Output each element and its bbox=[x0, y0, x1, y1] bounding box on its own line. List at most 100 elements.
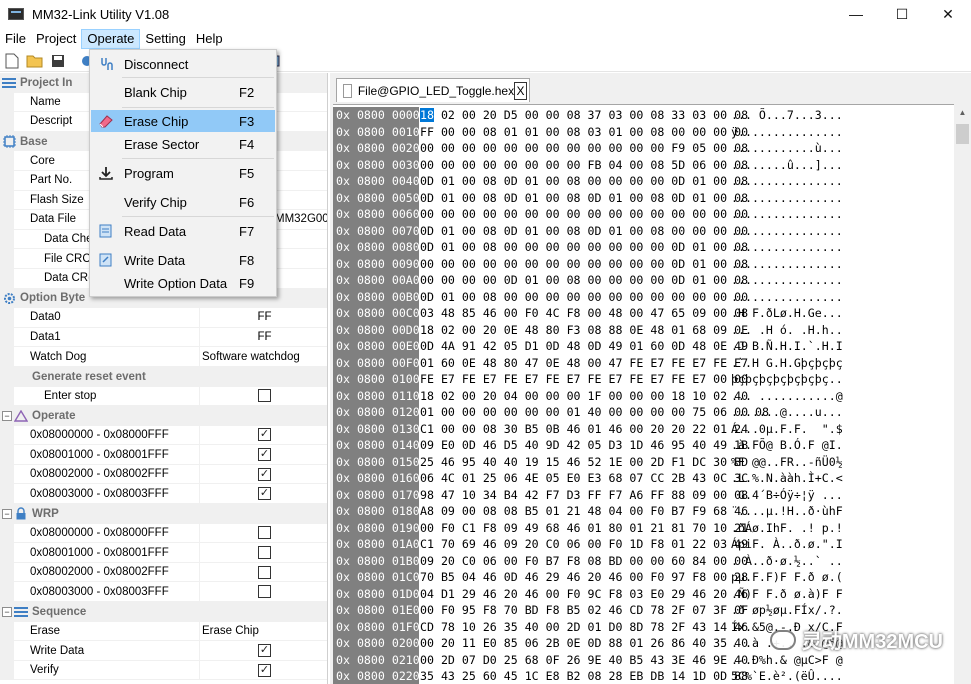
hex-row[interactable]: 0x 0800 0090 00 00 00 00 00 00 00 00 00 0… bbox=[333, 255, 953, 272]
hex-bytes[interactable]: C1 70 69 46 09 20 C0 06 00 F0 1D F8 01 2… bbox=[419, 537, 748, 551]
hex-bytes[interactable]: 09 E0 0D 46 D5 40 9D 42 05 D3 1D 46 95 4… bbox=[419, 438, 748, 452]
scroll-up-icon[interactable]: ▲ bbox=[954, 104, 971, 121]
menu-item-write-option-data[interactable]: Write Option Data F9 bbox=[91, 272, 275, 294]
hex-row[interactable]: 0x 0800 0100 FE E7 FE E7 FE E7 FE E7 FE E… bbox=[333, 371, 953, 388]
checkbox[interactable] bbox=[258, 389, 271, 403]
hex-bytes[interactable]: 01 60 0E 48 80 47 0E 48 00 47 FE E7 FE E… bbox=[419, 356, 748, 370]
hex-row[interactable]: 0x 0800 00F0 01 60 0E 48 80 47 0E 48 00 4… bbox=[333, 354, 953, 371]
hex-row[interactable]: 0x 0800 0130 C1 00 00 08 30 B5 0B 46 01 4… bbox=[333, 420, 953, 437]
hex-bytes[interactable]: 70 B5 04 46 0D 46 29 46 20 46 00 F0 97 F… bbox=[419, 570, 748, 584]
hex-row[interactable]: 0x 0800 0010 FF 00 00 08 01 01 00 08 03 0… bbox=[333, 123, 953, 140]
new-file-icon[interactable] bbox=[2, 51, 22, 71]
property-row[interactable]: Data0 FF bbox=[0, 308, 327, 328]
hex-bytes[interactable]: 0D 4A 91 42 05 D1 0D 48 0D 49 01 60 0D 4… bbox=[419, 339, 748, 353]
checkbox-checked[interactable]: ✓ bbox=[258, 467, 271, 481]
hex-bytes[interactable]: 0D 01 00 08 00 00 00 00 00 00 00 00 00 0… bbox=[419, 290, 748, 304]
hex-bytes[interactable]: 18 02 00 20 04 00 00 00 1F 00 00 00 18 1… bbox=[419, 389, 748, 403]
hex-bytes[interactable]: 00 2D 07 D0 25 68 0F 26 9E 40 B5 43 3E 4… bbox=[419, 653, 748, 667]
hex-row[interactable]: 0x 0800 0190 00 F0 C1 F8 09 49 68 46 01 8… bbox=[333, 519, 953, 536]
checkbox-checked[interactable]: ✓ bbox=[258, 487, 271, 501]
hex-row[interactable]: 0x 0800 0220 35 43 25 60 45 1C E8 B2 08 2… bbox=[333, 668, 953, 684]
hex-bytes[interactable]: 25 46 95 40 40 19 15 46 52 1E 00 2D F1 D… bbox=[419, 455, 748, 469]
collapse-icon[interactable]: − bbox=[2, 508, 12, 519]
hex-bytes[interactable]: 00 20 11 E0 85 06 2B 0E 0D 88 01 26 86 4… bbox=[419, 636, 748, 650]
category-sequence[interactable]: − Sequence bbox=[0, 602, 327, 622]
menu-operate[interactable]: Operate bbox=[81, 29, 141, 49]
menu-item-read-data[interactable]: Read Data F7 bbox=[91, 220, 275, 242]
hex-row[interactable]: 0x 0800 0080 0D 01 00 08 00 00 00 00 00 0… bbox=[333, 239, 953, 256]
hex-bytes[interactable]: 0D 01 00 08 0D 01 00 08 00 00 00 00 0D 0… bbox=[419, 174, 748, 188]
hex-row[interactable]: 0x 0800 01C0 70 B5 04 46 0D 46 29 46 20 4… bbox=[333, 569, 953, 586]
hex-row[interactable]: 0x 0800 0020 00 00 00 00 00 00 00 00 00 0… bbox=[333, 140, 953, 157]
hex-bytes[interactable]: 01 00 00 00 00 00 00 01 40 00 00 00 00 7… bbox=[419, 405, 769, 419]
checkbox-checked[interactable]: ✓ bbox=[258, 663, 271, 677]
hex-row[interactable]: 0x 0800 0040 0D 01 00 08 0D 01 00 08 00 0… bbox=[333, 173, 953, 190]
hex-row[interactable]: 0x 0800 0110 18 02 00 20 04 00 00 00 1F 0… bbox=[333, 387, 953, 404]
hex-bytes[interactable]: 35 43 25 60 45 1C E8 B2 08 28 EB DB 14 1… bbox=[419, 669, 748, 683]
hex-bytes[interactable]: 0D 01 00 08 0D 01 00 08 0D 01 00 08 00 0… bbox=[419, 224, 748, 238]
menu-file[interactable]: File bbox=[0, 29, 31, 49]
property-row[interactable]: 0x08000000 - 0x08000FFF bbox=[0, 523, 327, 544]
open-folder-icon[interactable] bbox=[25, 51, 45, 71]
collapse-icon[interactable]: − bbox=[2, 410, 12, 421]
property-value[interactable]: FF bbox=[200, 328, 327, 348]
menu-item-write-data[interactable]: Write Data F8 bbox=[91, 249, 275, 271]
scroll-thumb[interactable] bbox=[956, 124, 969, 144]
property-value[interactable]: FF bbox=[200, 308, 327, 328]
hex-bytes[interactable]: 00 00 00 00 0D 01 00 08 00 00 00 00 0D 0… bbox=[419, 273, 748, 287]
hex-bytes[interactable]: A8 09 00 08 08 B5 01 21 48 04 00 F0 B7 F… bbox=[419, 504, 748, 518]
hex-bytes[interactable]: 06 4C 01 25 06 4E 05 E0 E3 68 07 CC 2B 4… bbox=[419, 471, 748, 485]
subcategory-generate-reset[interactable]: Generate reset event bbox=[0, 366, 327, 387]
checkbox[interactable] bbox=[258, 546, 271, 560]
hex-bytes[interactable]: 00 F0 C1 F8 09 49 68 46 01 80 01 21 81 7… bbox=[419, 521, 748, 535]
property-row[interactable]: 0x08002000 - 0x08002FFF ✓ bbox=[0, 464, 327, 485]
hex-bytes[interactable]: 98 47 10 34 B4 42 F7 D3 FF F7 A6 FF 88 0… bbox=[419, 488, 748, 502]
file-tab[interactable]: File@GPIO_LED_Toggle.hex X bbox=[336, 78, 530, 102]
hex-bytes[interactable]: 03 48 85 46 00 F0 4C F8 00 48 00 47 65 0… bbox=[419, 306, 748, 320]
checkbox[interactable] bbox=[258, 585, 271, 599]
hex-row[interactable]: 0x 0800 0140 09 E0 0D 46 D5 40 9D 42 05 D… bbox=[333, 437, 953, 454]
property-row[interactable]: Data1 FF bbox=[0, 327, 327, 348]
hex-row[interactable]: 0x 0800 0160 06 4C 01 25 06 4E 05 E0 E3 6… bbox=[333, 470, 953, 487]
hex-row[interactable]: 0x 0800 01E0 00 F0 95 F8 70 BD F8 B5 02 4… bbox=[333, 602, 953, 619]
save-icon[interactable] bbox=[48, 51, 68, 71]
hex-row[interactable]: 0x 0800 0120 01 00 00 00 00 00 00 01 40 0… bbox=[333, 404, 953, 421]
property-row[interactable]: 0x08001000 - 0x08001FFF ✓ bbox=[0, 445, 327, 465]
hex-row[interactable]: 0x 0800 00C0 03 48 85 46 00 F0 4C F8 00 4… bbox=[333, 305, 953, 322]
checkbox-checked[interactable]: ✓ bbox=[258, 448, 271, 462]
hex-bytes[interactable]: 0D 01 00 08 0D 01 00 08 0D 01 00 08 0D 0… bbox=[419, 191, 748, 205]
hex-row[interactable]: 0x 0800 0150 25 46 95 40 40 19 15 46 52 1… bbox=[333, 453, 953, 470]
menu-item-verify-chip[interactable]: Verify Chip F6 bbox=[91, 191, 275, 213]
checkbox[interactable] bbox=[258, 526, 271, 540]
property-row[interactable]: Erase Erase Chip bbox=[0, 621, 327, 642]
maximize-icon[interactable]: ☐ bbox=[879, 0, 925, 28]
hex-bytes[interactable]: FF 00 00 08 01 01 00 08 03 01 00 08 00 0… bbox=[419, 125, 748, 139]
hex-bytes[interactable]: 18 02 00 20 D5 00 00 08 37 03 00 08 33 0… bbox=[419, 108, 748, 123]
hex-row[interactable]: 0x 0800 00B0 0D 01 00 08 00 00 00 00 00 0… bbox=[333, 288, 953, 305]
checkbox[interactable] bbox=[258, 565, 271, 579]
hex-row[interactable]: 0x 0800 01B0 09 20 C0 06 00 F0 B7 F8 08 B… bbox=[333, 552, 953, 569]
hex-bytes[interactable]: 00 00 00 00 00 00 00 00 00 00 00 00 00 0… bbox=[419, 207, 748, 221]
menu-item-blank-chip[interactable]: Blank Chip F2 bbox=[91, 81, 275, 103]
collapse-icon[interactable]: − bbox=[2, 606, 12, 617]
hex-bytes[interactable]: 00 00 00 00 00 00 00 00 00 00 00 00 F9 0… bbox=[419, 141, 748, 155]
hex-row[interactable]: 0x 0800 0030 00 00 00 00 00 00 00 00 FB 0… bbox=[333, 156, 953, 173]
hex-bytes[interactable]: 00 F0 95 F8 70 BD F8 B5 02 46 CD 78 2F 0… bbox=[419, 603, 748, 617]
menu-item-erase-sector[interactable]: Erase Sector F4 bbox=[91, 133, 275, 155]
minimize-icon[interactable]: — bbox=[833, 0, 879, 28]
hex-row[interactable]: 0x 0800 0000 18 02 00 20 D5 00 00 08 37 0… bbox=[333, 107, 953, 124]
hex-row[interactable]: 0x 0800 00A0 00 00 00 00 0D 01 00 08 00 0… bbox=[333, 272, 953, 289]
checkbox-checked[interactable]: ✓ bbox=[258, 428, 271, 442]
hex-row[interactable]: 0x 0800 00E0 0D 4A 91 42 05 D1 0D 48 0D 4… bbox=[333, 338, 953, 355]
menu-setting[interactable]: Setting bbox=[140, 29, 190, 49]
hex-bytes[interactable]: FE E7 FE E7 FE E7 FE E7 FE E7 FE E7 FE E… bbox=[419, 372, 748, 386]
menu-project[interactable]: Project bbox=[31, 29, 81, 49]
hex-bytes[interactable]: 00 00 00 00 00 00 00 00 00 00 00 00 0D 0… bbox=[419, 257, 748, 271]
hex-bytes[interactable]: C1 00 00 08 30 B5 0B 46 01 46 00 20 20 2… bbox=[419, 422, 748, 436]
property-value[interactable]: Software watchdog bbox=[200, 347, 327, 367]
hex-bytes[interactable]: 04 D1 29 46 20 46 00 F0 9C F8 03 E0 29 4… bbox=[419, 587, 748, 601]
hex-row[interactable]: 0x 0800 00D0 18 02 00 20 0E 48 80 F3 08 8… bbox=[333, 321, 953, 338]
property-row[interactable]: 0x08000000 - 0x08000FFF ✓ bbox=[0, 425, 327, 446]
hex-bytes[interactable]: 18 02 00 20 0E 48 80 F3 08 88 0E 48 01 6… bbox=[419, 323, 748, 337]
close-icon[interactable]: ✕ bbox=[925, 0, 971, 28]
